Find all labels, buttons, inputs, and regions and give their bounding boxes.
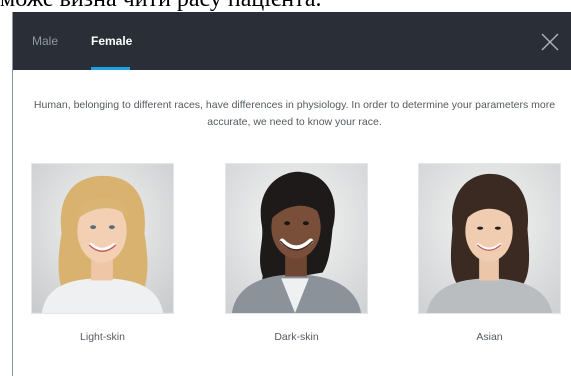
option-light-skin[interactable]: Light-skin [31,163,174,343]
close-icon [541,33,559,51]
option-label: Asian [476,331,503,343]
option-asian[interactable]: Asian [418,163,561,343]
close-button[interactable] [541,33,559,51]
option-dark-skin[interactable]: Dark-skin [225,163,368,343]
intro-text: Human, belonging to different races, hav… [33,99,556,128]
dialog-header: Male Female [13,12,571,70]
active-tab-indicator [91,67,130,70]
document-caption-fragment: може визна чити расу пацієнта. [0,0,571,12]
option-label: Dark-skin [274,331,319,343]
dark-skin-portrait-photo [225,163,368,314]
option-label: Light-skin [80,331,125,343]
caption-text: може визна чити расу пацієнта. [0,0,321,11]
tab-male[interactable]: Male [32,34,58,48]
asian-portrait-photo [418,163,561,314]
tab-female[interactable]: Female [91,34,132,48]
page: може визна чити расу пацієнта. Male Fema… [0,0,571,376]
race-selection-dialog: Male Female Human, belonging to differen… [12,12,571,376]
light-skin-portrait-photo [31,163,174,314]
